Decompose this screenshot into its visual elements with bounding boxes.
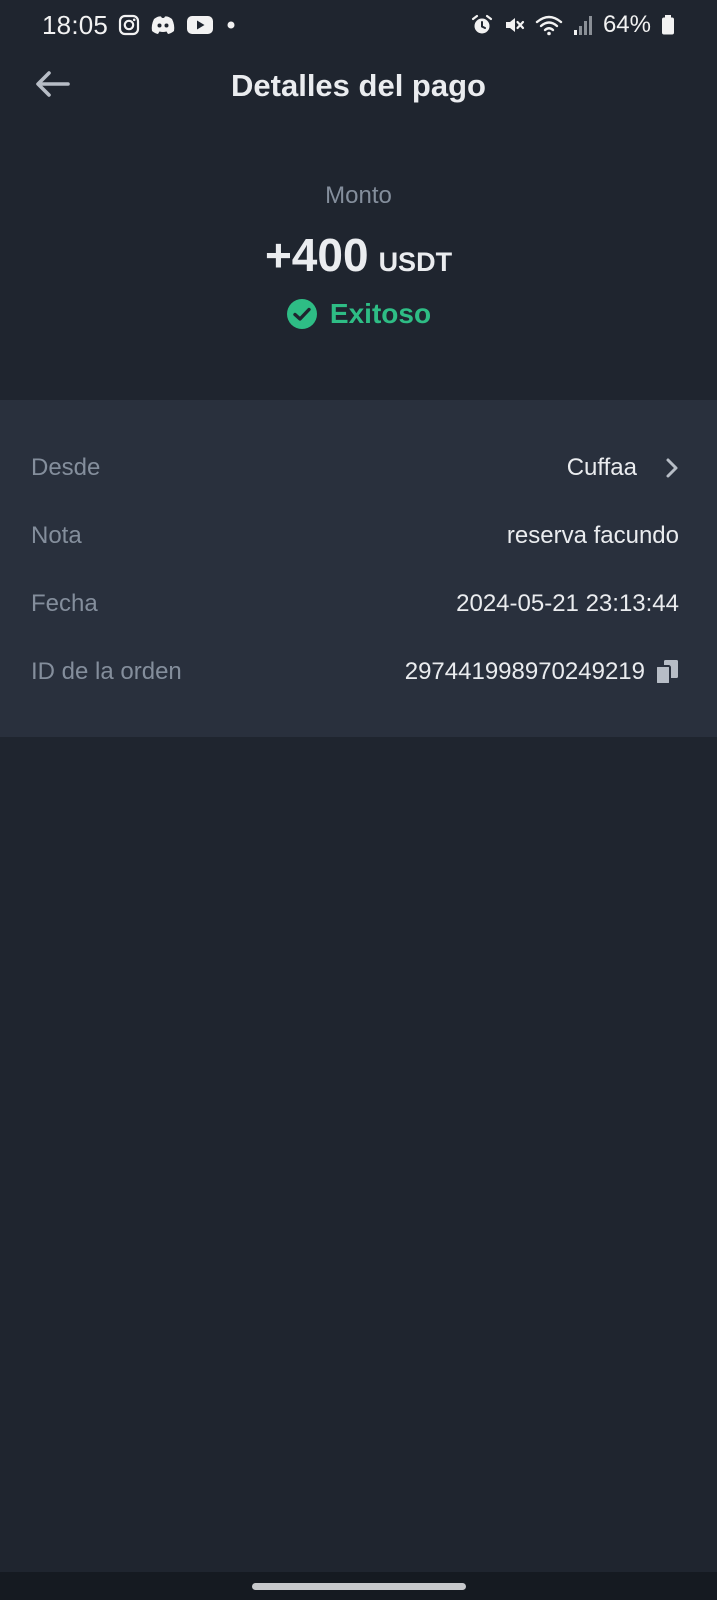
detail-value-date: 2024-05-21 23:13:44 [456,590,679,617]
youtube-icon [186,14,214,36]
home-indicator[interactable] [251,1582,466,1590]
status-time: 18:05 [42,9,109,40]
status-bar: 18:05 64% [0,0,717,50]
detail-row-from[interactable]: Desde Cuffaa [0,434,717,502]
detail-row-note: Nota reserva facundo [0,502,717,570]
battery-icon [661,14,675,36]
mute-icon [503,14,525,36]
wifi-icon [535,14,563,36]
signal-icon [573,14,593,36]
amount-section: Monto +400 USDT Exitoso [0,122,717,400]
check-circle-icon [286,298,318,330]
page-title: Detalles del pago [231,68,486,103]
copy-icon[interactable] [655,659,679,685]
battery-percent: 64% [602,11,651,38]
detail-label-date: Fecha [31,590,98,617]
discord-icon [150,14,176,36]
detail-value-from-wrap[interactable]: Cuffaa [567,454,679,482]
status-text: Exitoso [329,298,432,329]
detail-label-note: Nota [31,522,82,549]
payment-details-screen: 18:05 64% Detalles del pago Monto +400 U… [0,0,717,1600]
detail-row-order-id: ID de la orden 297441998970249219 [0,638,717,706]
alarm-icon [471,14,493,36]
status-bar-right: 64% [471,11,675,39]
arrow-left-icon [34,69,70,99]
detail-value-note: reserva facundo [506,522,679,549]
detail-label-from: Desde [31,454,101,481]
detail-value-order-id-wrap: 297441998970249219 [405,658,679,686]
amount-label: Monto [325,182,392,209]
detail-value-order-id: 297441998970249219 [404,658,645,685]
status-bar-left: 18:05 [42,10,238,41]
back-button[interactable] [30,62,74,106]
instagram-icon [118,14,140,36]
details-card: Desde Cuffaa Nota reserva facundo Fecha … [0,400,717,737]
payment-status: Exitoso [286,298,431,330]
amount-value: +400 [264,229,369,281]
chevron-right-icon[interactable] [665,457,679,479]
amount-row: +400 USDT [265,228,452,282]
amount-unit: USDT [378,247,453,277]
header: Detalles del pago [0,50,717,122]
detail-row-date: Fecha 2024-05-21 23:13:44 [0,570,717,638]
detail-label-order-id: ID de la orden [31,658,182,685]
system-nav-bar [0,1572,717,1600]
dot-icon [224,18,238,32]
detail-value-from[interactable]: Cuffaa [567,454,637,482]
